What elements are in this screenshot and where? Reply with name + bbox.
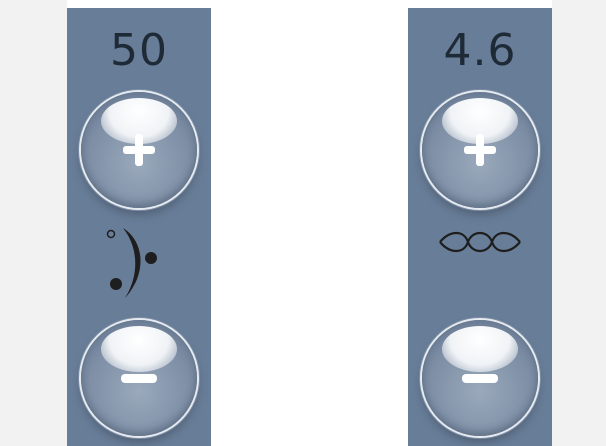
right-gutter	[552, 0, 606, 446]
left-gutter	[0, 0, 67, 446]
button-gloss	[442, 98, 518, 144]
stitch-length-panel: 4.6	[408, 8, 552, 446]
button-gloss	[101, 98, 177, 144]
minus-icon	[462, 374, 498, 383]
increase-length-button[interactable]	[422, 92, 538, 208]
middle-gutter	[266, 0, 350, 446]
stitch-length-value: 4.6	[443, 25, 517, 76]
minus-icon	[121, 374, 157, 383]
button-gloss	[442, 326, 518, 372]
thread-tension-panel: 50	[67, 8, 211, 446]
decrease-tension-button[interactable]	[81, 320, 197, 436]
decrease-length-button[interactable]	[422, 320, 538, 436]
plus-icon	[123, 134, 155, 166]
thread-tension-icon	[106, 228, 157, 298]
thread-tension-value: 50	[110, 25, 168, 76]
button-gloss	[101, 326, 177, 372]
increase-tension-button[interactable]	[81, 92, 197, 208]
stitch-length-icon	[439, 231, 521, 253]
plus-icon	[464, 134, 496, 166]
